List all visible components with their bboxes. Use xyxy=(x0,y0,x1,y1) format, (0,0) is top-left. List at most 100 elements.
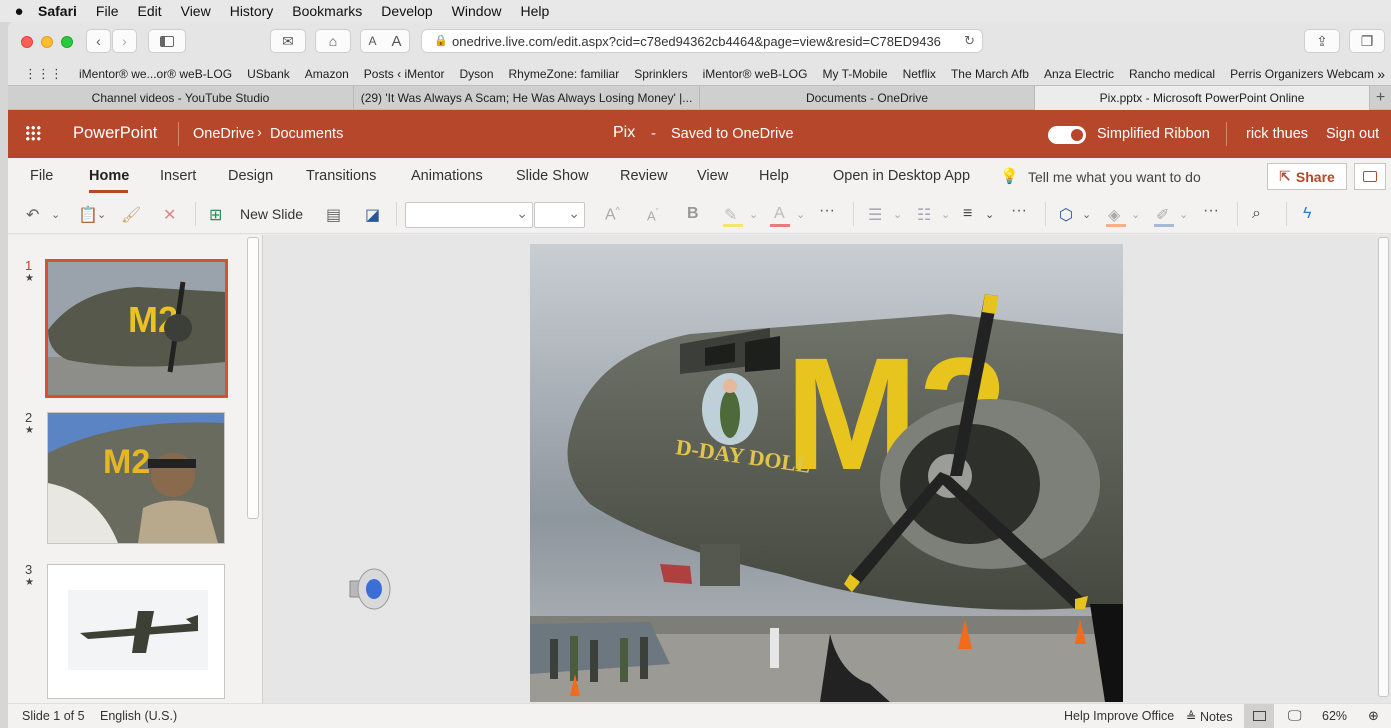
search-icon[interactable]: ⌕ xyxy=(1252,205,1261,223)
text-larger-button[interactable]: A xyxy=(391,33,401,50)
tab-home[interactable]: Home xyxy=(89,168,129,184)
menu-window[interactable]: Window xyxy=(452,3,502,19)
mail-button[interactable]: ✉ xyxy=(270,29,306,53)
tab-youtube-studio[interactable]: Channel videos - YouTube Studio xyxy=(8,86,354,110)
slide-thumbnail-3[interactable] xyxy=(47,564,225,699)
bookmark-item[interactable]: Sprinklers xyxy=(634,67,687,81)
new-tab-button[interactable]: + xyxy=(1370,86,1391,110)
close-window-button[interactable] xyxy=(21,36,33,48)
tab-transitions[interactable]: Transitions xyxy=(306,168,376,184)
simplified-ribbon-toggle[interactable] xyxy=(1048,126,1086,144)
tab-powerpoint-online[interactable]: Pix.pptx - Microsoft PowerPoint Online xyxy=(1035,86,1370,110)
slide-canvas[interactable]: M2 D-DAY DOLL xyxy=(530,244,1123,702)
shape-fill-icon[interactable]: ◈ xyxy=(1108,205,1120,225)
show-tabs-button[interactable]: ❐ xyxy=(1349,29,1385,53)
chevron-down-icon[interactable]: ⌄ xyxy=(941,208,950,221)
shrink-font-button[interactable]: Aˇ xyxy=(647,207,659,223)
tab-insert[interactable]: Insert xyxy=(160,168,196,184)
text-size-control[interactable]: A A xyxy=(360,29,410,53)
chevron-down-icon[interactable]: ⌄ xyxy=(1131,208,1140,221)
forward-button[interactable]: › xyxy=(112,29,137,53)
home-button[interactable]: ⌂ xyxy=(315,29,351,53)
grid-icon[interactable]: ⋮⋮⋮ xyxy=(24,66,63,82)
tab-review[interactable]: Review xyxy=(620,168,668,184)
undo-icon[interactable]: ↶ xyxy=(26,205,39,225)
align-icon[interactable]: ≡ xyxy=(963,205,972,223)
grow-font-button[interactable]: A^ xyxy=(605,205,620,224)
audio-speaker-icon[interactable] xyxy=(346,563,398,615)
slide-thumbnail-1[interactable]: M2 xyxy=(45,259,228,398)
new-slide-icon[interactable]: ⊞ xyxy=(209,205,222,225)
breadcrumb-onedrive[interactable]: OneDrive xyxy=(193,126,254,142)
bookmark-item[interactable]: Netflix xyxy=(903,67,936,81)
menu-view[interactable]: View xyxy=(181,3,211,19)
bookmark-item[interactable]: Dyson xyxy=(460,67,494,81)
address-bar[interactable]: 🔒 onedrive.live.com/edit.aspx?cid=c78ed9… xyxy=(421,29,983,53)
bookmark-item[interactable]: Perris Organizers Webcam xyxy=(1230,67,1374,81)
share-button[interactable]: ⇱ Share xyxy=(1267,163,1347,190)
app-launcher-icon[interactable] xyxy=(25,125,41,141)
tab-design[interactable]: Design xyxy=(228,168,273,184)
menu-develop[interactable]: Develop xyxy=(381,3,432,19)
chevron-down-icon[interactable]: ⌄ xyxy=(51,208,60,221)
chevron-down-icon[interactable]: ⌄ xyxy=(749,208,758,221)
menu-help[interactable]: Help xyxy=(520,3,549,19)
chevron-down-icon[interactable]: ⌄ xyxy=(1082,208,1091,221)
slide-scrollbar[interactable] xyxy=(1378,237,1389,697)
tab-onedrive-documents[interactable]: Documents - OneDrive xyxy=(700,86,1035,110)
bookmark-item[interactable]: Rancho medical xyxy=(1129,67,1215,81)
normal-view-button[interactable] xyxy=(1244,704,1274,728)
tab-slide-show[interactable]: Slide Show xyxy=(516,168,589,184)
bookmark-item[interactable]: My T-Mobile xyxy=(822,67,887,81)
language-indicator[interactable]: English (U.S.) xyxy=(100,709,177,723)
comments-button[interactable] xyxy=(1354,163,1386,190)
tell-me-search[interactable]: Tell me what you want to do xyxy=(1028,169,1201,185)
help-improve-office-link[interactable]: Help Improve Office xyxy=(1064,709,1174,723)
minimize-window-button[interactable] xyxy=(41,36,53,48)
font-size-dropdown[interactable]: ⌄ xyxy=(534,202,585,228)
fit-to-window-icon[interactable]: ⊕ xyxy=(1368,708,1379,724)
file-name[interactable]: Pix xyxy=(613,124,635,142)
shapes-icon[interactable]: ⬡ xyxy=(1059,205,1073,225)
new-slide-button[interactable]: New Slide xyxy=(240,206,303,222)
sign-out-link[interactable]: Sign out xyxy=(1326,126,1379,142)
apple-icon[interactable]: ● xyxy=(0,3,38,20)
powerpoint-app-name[interactable]: PowerPoint xyxy=(73,124,157,143)
reload-icon[interactable]: ↻ xyxy=(964,33,975,49)
thumbnail-scrollbar[interactable] xyxy=(247,237,259,519)
bookmark-item[interactable]: Amazon xyxy=(305,67,349,81)
designer-lightning-icon[interactable]: ϟ xyxy=(1303,205,1311,223)
more-paragraph-options[interactable]: ··· xyxy=(1011,202,1027,220)
more-font-options[interactable]: ··· xyxy=(819,202,835,220)
chevron-down-icon[interactable]: ⌄ xyxy=(1179,208,1188,221)
slideshow-view-icon[interactable]: 🖵 xyxy=(1288,707,1302,724)
font-name-dropdown[interactable]: ⌄ xyxy=(405,202,533,228)
bookmark-item[interactable]: The March Afb xyxy=(951,67,1029,81)
slide-thumbnail-2[interactable]: M2 xyxy=(47,412,225,544)
menu-edit[interactable]: Edit xyxy=(137,3,161,19)
format-background-icon[interactable]: ◪ xyxy=(365,205,380,225)
tab-animations[interactable]: Animations xyxy=(411,168,483,184)
notes-button[interactable]: ≜ Notes xyxy=(1186,709,1233,724)
bold-button[interactable]: B xyxy=(687,205,699,223)
text-smaller-button[interactable]: A xyxy=(368,34,376,48)
menu-bookmarks[interactable]: Bookmarks xyxy=(292,3,362,19)
breadcrumb-documents[interactable]: Documents xyxy=(270,126,343,142)
chevron-down-icon[interactable]: ⌄ xyxy=(97,208,106,221)
bullets-icon[interactable]: ☰ xyxy=(868,205,882,225)
chevron-down-icon[interactable]: ⌄ xyxy=(985,208,994,221)
sidebar-button[interactable] xyxy=(148,29,186,53)
bookmark-item[interactable]: RhymeZone: familiar xyxy=(509,67,620,81)
format-painter-icon[interactable]: 🖌 xyxy=(121,205,141,225)
tab-view[interactable]: View xyxy=(697,168,728,184)
tab-file[interactable]: File xyxy=(30,168,53,184)
bookmark-item[interactable]: Anza Electric xyxy=(1044,67,1114,81)
tab-youtube-video[interactable]: (29) 'It Was Always A Scam; He Was Alway… xyxy=(354,86,700,110)
bookmark-item[interactable]: iMentor® we...or® weB-LOG xyxy=(79,67,232,81)
numbering-icon[interactable]: ☷ xyxy=(917,205,931,225)
tab-help[interactable]: Help xyxy=(759,168,789,184)
bookmark-item[interactable]: Posts ‹ iMentor xyxy=(364,67,445,81)
shape-outline-icon[interactable]: ✐ xyxy=(1156,205,1169,225)
chevron-down-icon[interactable]: ⌄ xyxy=(796,208,805,221)
bookmark-item[interactable]: iMentor® weB-LOG xyxy=(703,67,808,81)
